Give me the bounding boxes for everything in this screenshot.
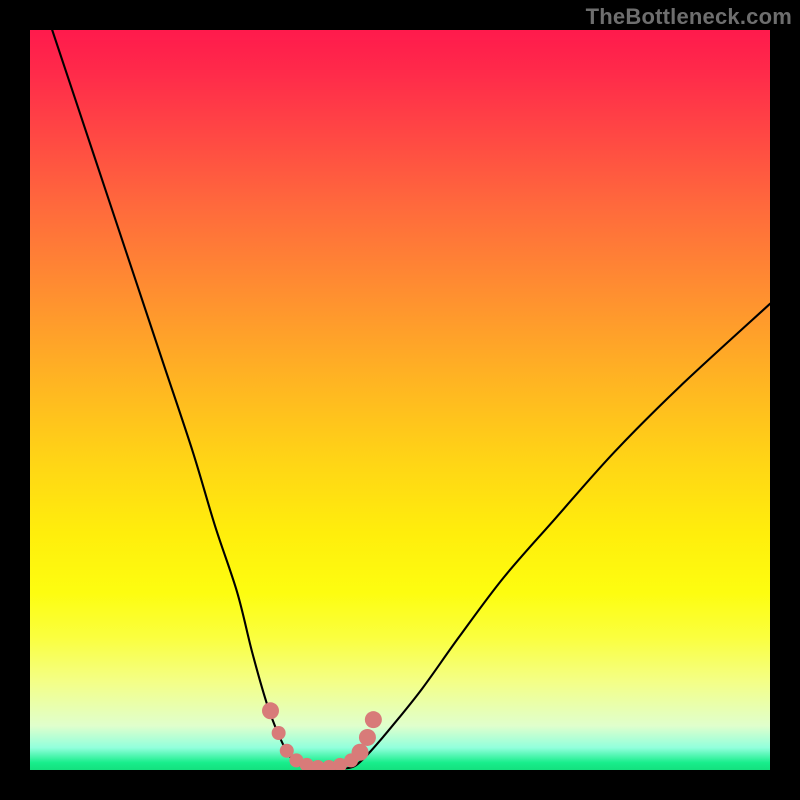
chart-plot-area xyxy=(30,30,770,770)
chart-marker xyxy=(262,702,279,719)
chart-frame: TheBottleneck.com xyxy=(0,0,800,800)
chart-svg xyxy=(30,30,770,770)
chart-marker xyxy=(352,744,369,761)
chart-curve xyxy=(52,30,770,769)
watermark-text: TheBottleneck.com xyxy=(586,4,792,30)
chart-marker xyxy=(359,729,376,746)
chart-markers xyxy=(262,702,382,770)
chart-marker xyxy=(272,726,286,740)
chart-marker xyxy=(365,711,382,728)
